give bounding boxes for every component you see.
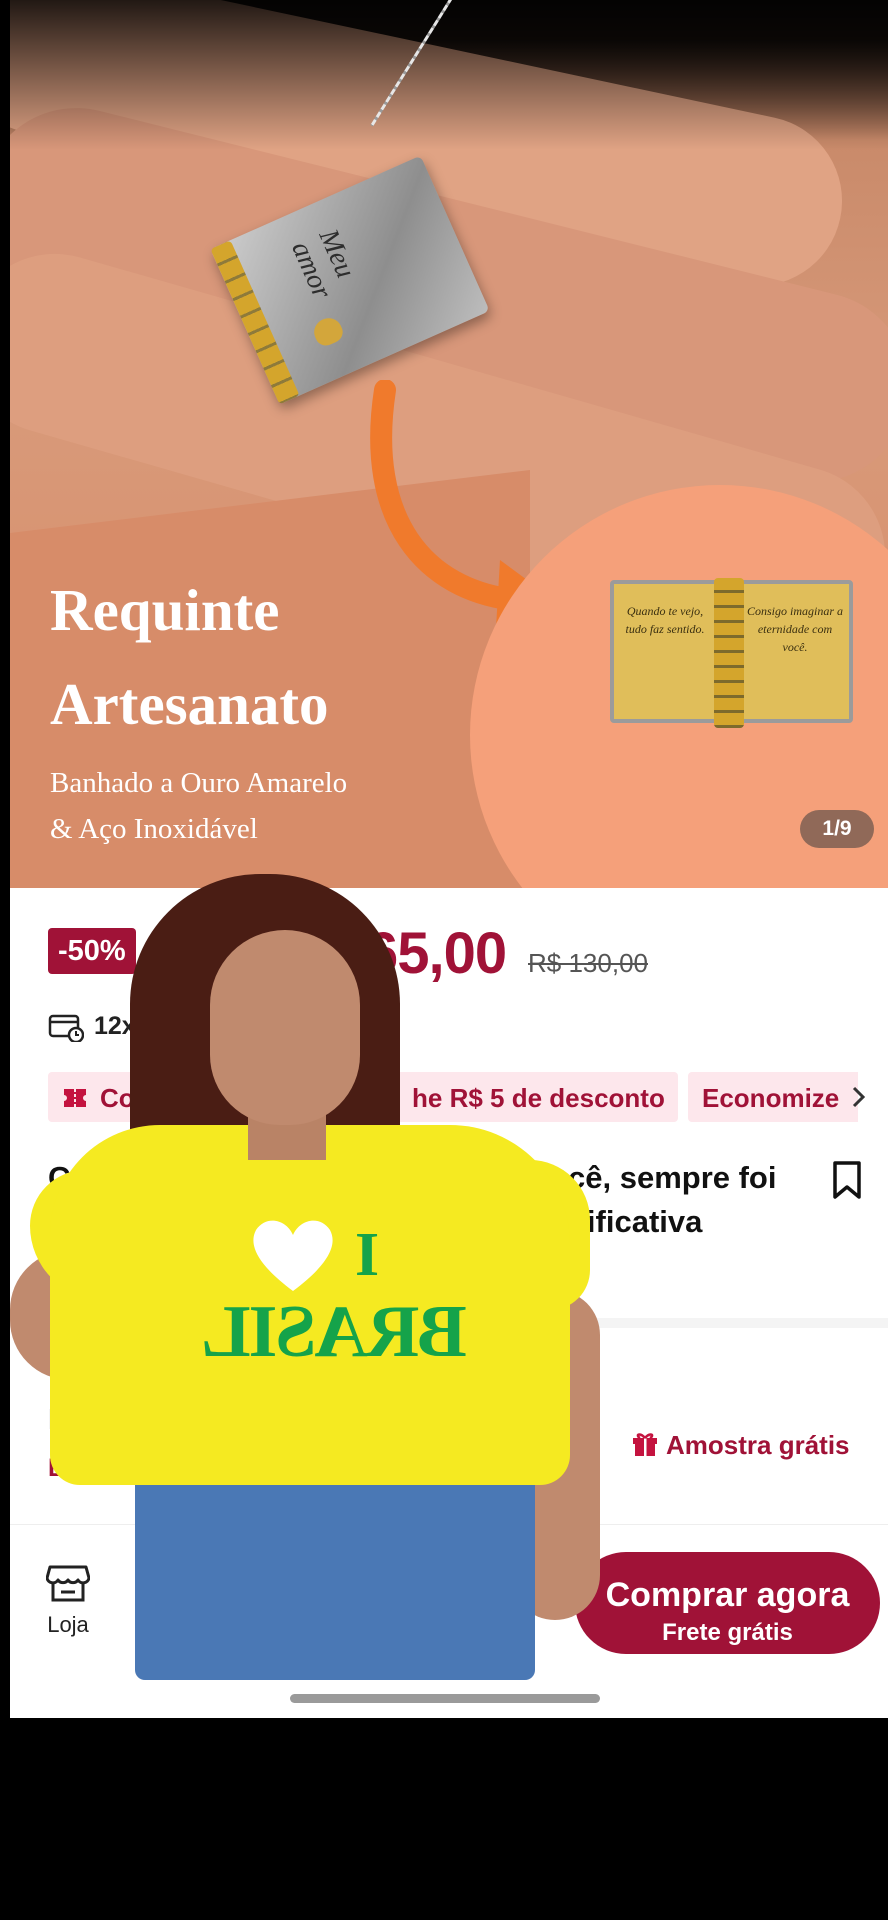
- presenter-face: [210, 930, 360, 1125]
- subline-line-1: Banhado a Ouro Amarelo: [50, 767, 348, 799]
- image-shadow: [10, 0, 888, 150]
- image-counter: 1/9: [800, 810, 874, 848]
- book-left-page: Quando te vejo, tudo faz sentido.: [625, 604, 705, 636]
- buy-now-label: Comprar agora: [605, 1575, 850, 1614]
- free-sample-button[interactable]: Amostra grátis: [632, 1428, 850, 1462]
- book-pendant-open: Quando te vejo, tudo faz sentido. Consig…: [610, 578, 853, 728]
- free-sample-label: Amostra grátis: [666, 1429, 850, 1460]
- book-right-page: Consigo imaginar a eternidade com você.: [746, 604, 843, 654]
- pendant-heart: [309, 313, 347, 349]
- presenter-video-overlay: I BRASIL: [10, 870, 610, 1680]
- book-spine: [714, 578, 744, 728]
- coupon-2-text: Economize: [702, 1083, 840, 1113]
- shirt-print-brasil: BRASIL: [203, 1291, 467, 1373]
- promo-subline: Banhado a Ouro Amarelo & Aço Inoxidável: [50, 760, 347, 852]
- promo-headline: Requinte Artesanato: [50, 563, 329, 751]
- headline-line-2: Artesanato: [50, 671, 329, 737]
- product-image-carousel[interactable]: Meu amor Quando te vejo, tudo faz sentid…: [10, 0, 888, 888]
- home-indicator[interactable]: [290, 1694, 600, 1703]
- presenter-jeans: [135, 1470, 535, 1680]
- bookmark-icon[interactable]: [830, 1160, 864, 1200]
- subline-line-2: & Aço Inoxidável: [50, 813, 258, 845]
- buy-now-button[interactable]: Comprar agora Frete grátis: [575, 1552, 880, 1654]
- product-page: Meu amor Quando te vejo, tudo faz sentid…: [10, 0, 888, 1718]
- heart-icon: [253, 1220, 333, 1291]
- coupon-chip-2[interactable]: Economize: [688, 1072, 858, 1122]
- shirt-print-i: I: [355, 1221, 380, 1289]
- chevron-right-icon[interactable]: [848, 1084, 868, 1110]
- free-shipping-label: Frete grátis: [662, 1618, 793, 1646]
- gift-icon: [633, 1433, 657, 1456]
- headline-line-1: Requinte: [50, 577, 280, 643]
